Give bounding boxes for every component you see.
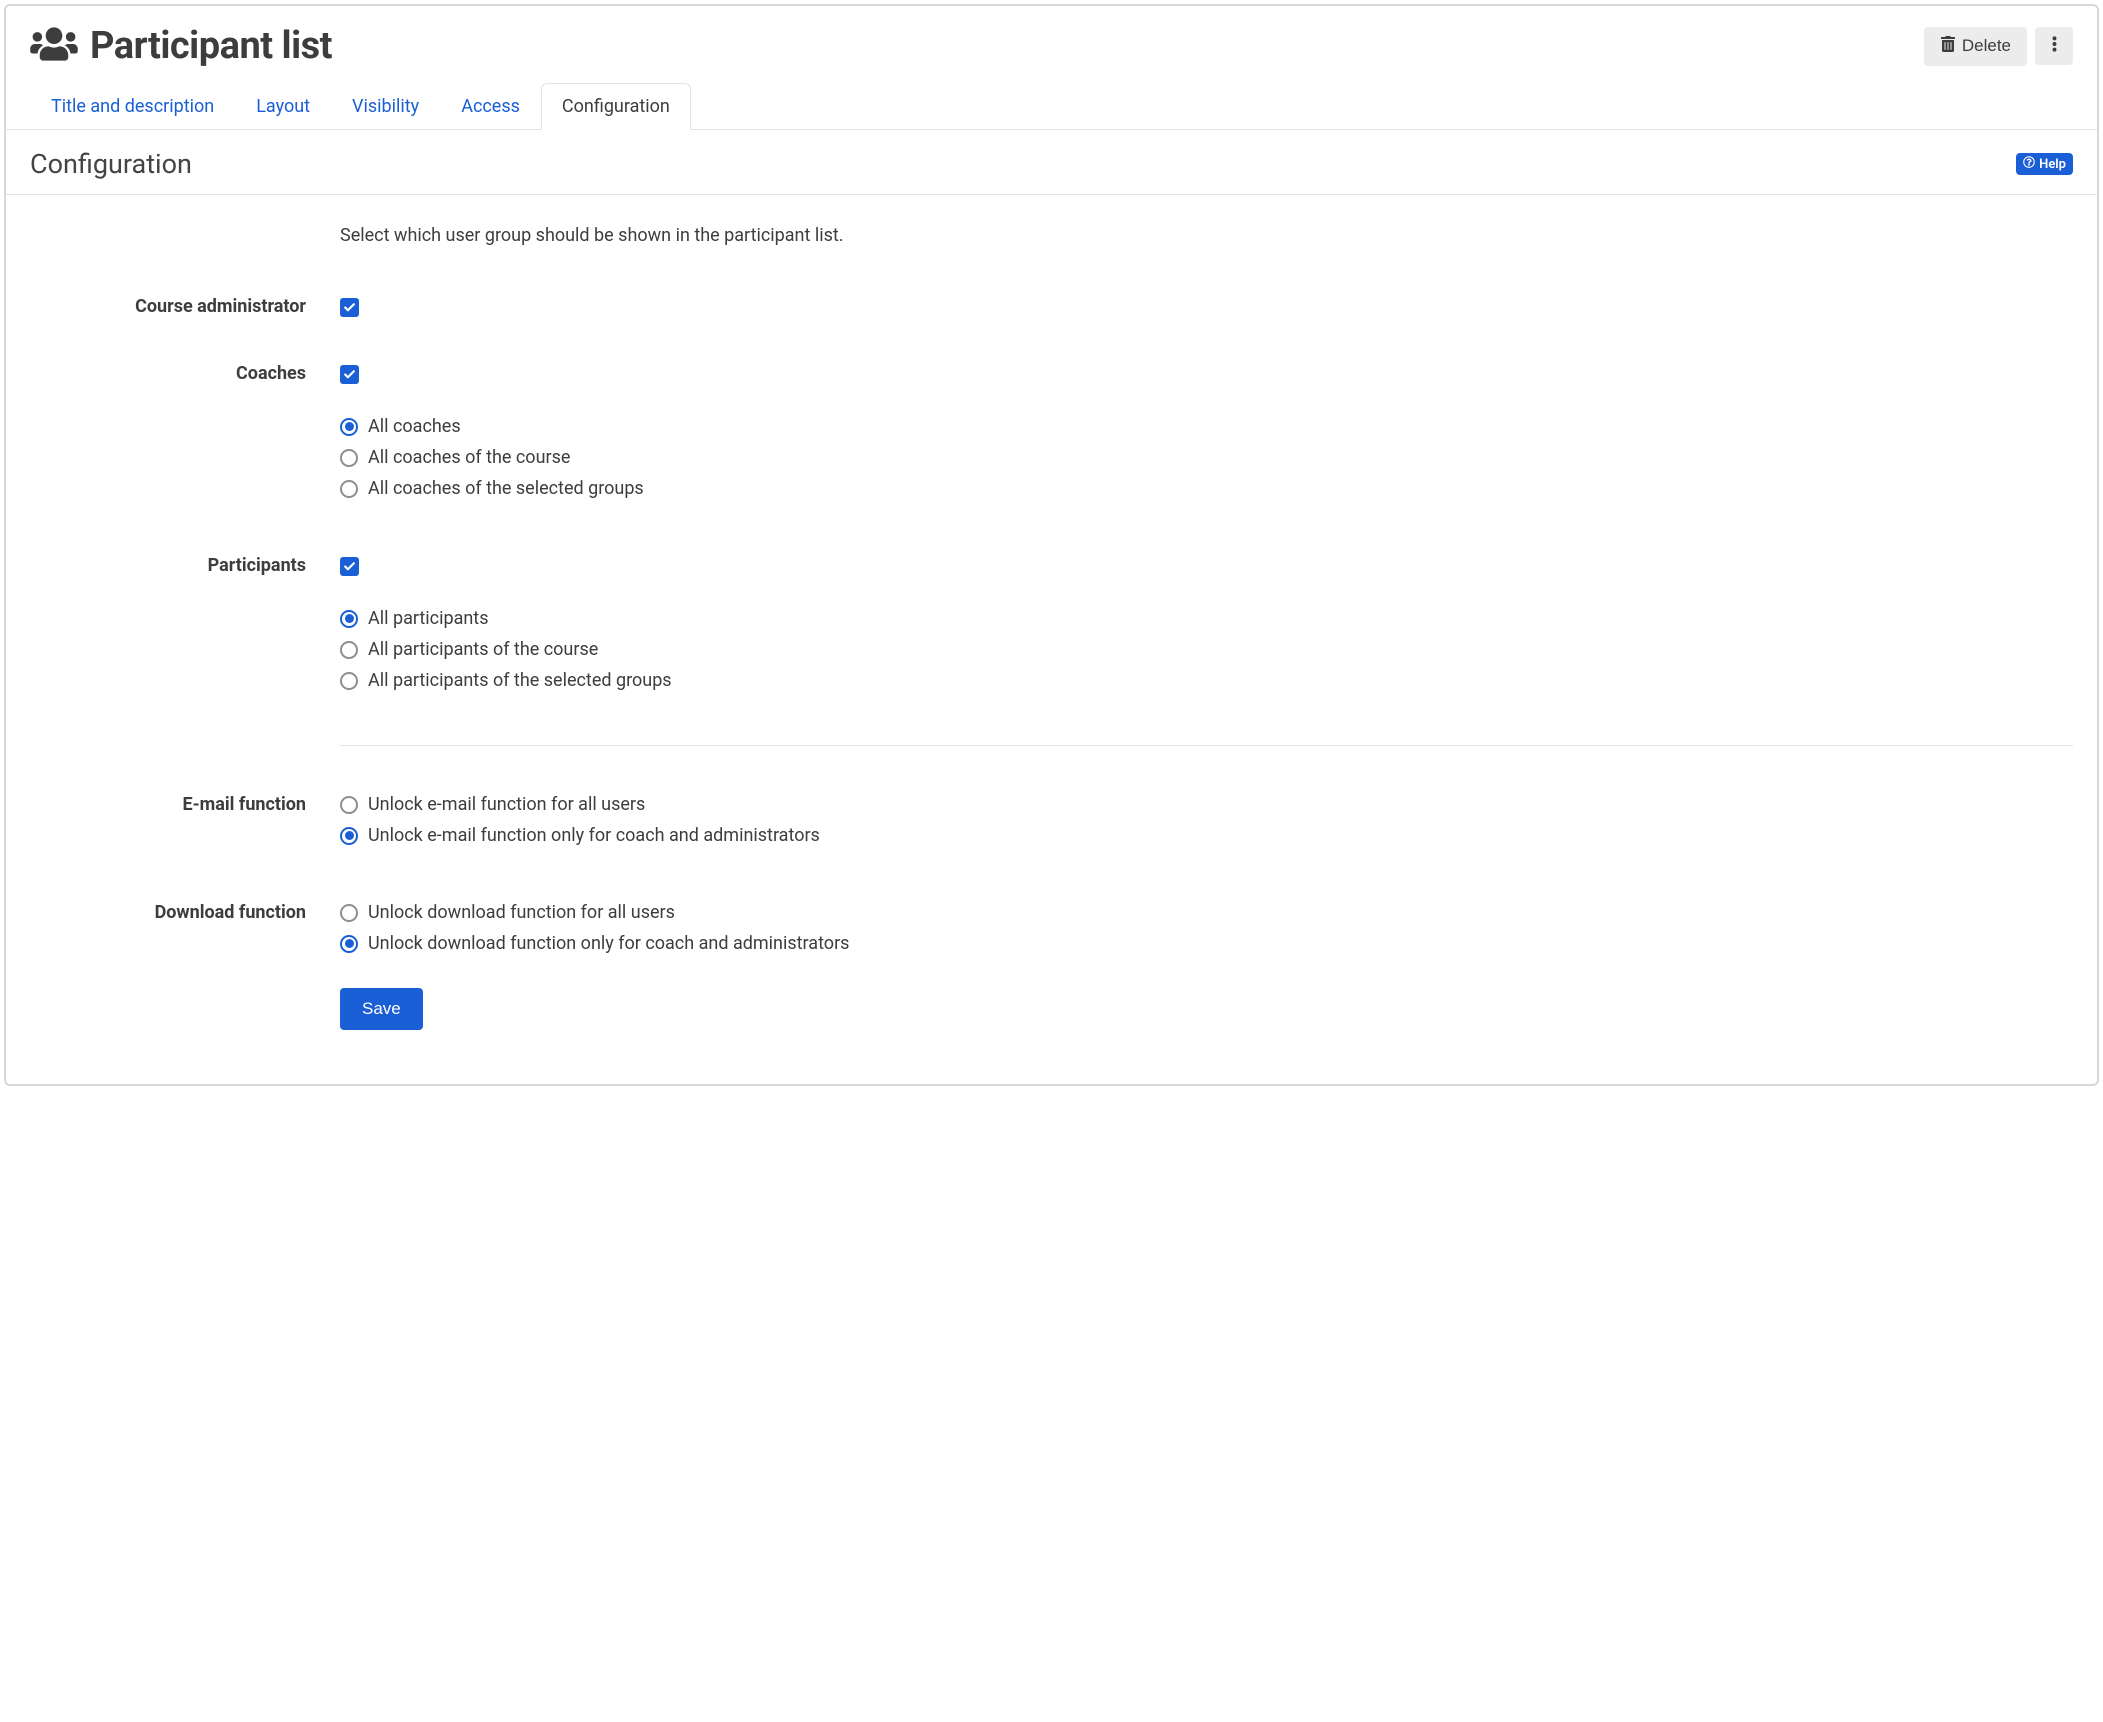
radio-icon (340, 480, 358, 498)
radio-label: Unlock download function only for coach … (368, 933, 849, 954)
check-icon (343, 368, 356, 381)
form-area: Select which user group should be shown … (6, 195, 2097, 1084)
section-title: Configuration (30, 148, 192, 180)
radio-label: Unlock e-mail function only for coach an… (368, 825, 820, 846)
tab-configuration[interactable]: Configuration (541, 83, 691, 130)
page-panel: Participant list Delete Title an (4, 4, 2099, 1086)
radio-icon (340, 904, 358, 922)
radio-icon (340, 610, 358, 628)
radio-label: All participants of the selected groups (368, 670, 672, 691)
radio-icon (340, 796, 358, 814)
radio-icon (340, 672, 358, 690)
tab-visibility[interactable]: Visibility (331, 83, 440, 130)
participants-label: Participants (30, 555, 340, 576)
radio-participants-groups[interactable]: All participants of the selected groups (340, 670, 2073, 691)
coaches-checkbox[interactable] (340, 365, 359, 384)
radio-label: All coaches of the selected groups (368, 478, 644, 499)
radio-download-coach[interactable]: Unlock download function only for coach … (340, 933, 2073, 954)
radio-label: All participants of the course (368, 639, 598, 660)
radio-icon (340, 935, 358, 953)
intro-text: Select which user group should be shown … (340, 225, 2073, 246)
help-label: Help (2039, 157, 2066, 172)
delete-button-label: Delete (1962, 36, 2011, 56)
radio-email-all[interactable]: Unlock e-mail function for all users (340, 794, 2073, 815)
tab-title-description[interactable]: Title and description (30, 83, 235, 130)
kebab-icon (2052, 35, 2057, 56)
radio-icon (340, 641, 358, 659)
radio-label: All coaches of the course (368, 447, 570, 468)
tab-access[interactable]: Access (440, 83, 541, 130)
more-actions-button[interactable] (2035, 27, 2073, 65)
tab-layout[interactable]: Layout (235, 83, 331, 130)
help-icon (2023, 156, 2035, 172)
radio-icon (340, 449, 358, 467)
section-header: Configuration Help (6, 130, 2097, 195)
radio-label: Unlock e-mail function for all users (368, 794, 645, 815)
page-title: Participant list (90, 24, 332, 68)
radio-coaches-groups[interactable]: All coaches of the selected groups (340, 478, 2073, 499)
trash-icon (1940, 36, 1956, 57)
radio-icon (340, 418, 358, 436)
radio-coaches-course[interactable]: All coaches of the course (340, 447, 2073, 468)
help-button[interactable]: Help (2016, 153, 2073, 175)
course-admin-checkbox[interactable] (340, 298, 359, 317)
radio-icon (340, 827, 358, 845)
course-admin-label: Course administrator (30, 296, 340, 317)
radio-label: All coaches (368, 416, 461, 437)
tabs: Title and description Layout Visibility … (6, 68, 2097, 130)
header-row: Participant list Delete (6, 6, 2097, 68)
title-group: Participant list (30, 24, 332, 68)
radio-participants-all[interactable]: All participants (340, 608, 2073, 629)
radio-label: All participants (368, 608, 488, 629)
email-function-label: E-mail function (30, 794, 340, 815)
header-buttons: Delete (1924, 27, 2073, 66)
check-icon (343, 301, 356, 314)
radio-download-all[interactable]: Unlock download function for all users (340, 902, 2073, 923)
check-icon (343, 560, 356, 573)
save-button[interactable]: Save (340, 988, 423, 1030)
coaches-label: Coaches (30, 363, 340, 384)
participants-checkbox[interactable] (340, 557, 359, 576)
radio-email-coach[interactable]: Unlock e-mail function only for coach an… (340, 825, 2073, 846)
divider (340, 745, 2073, 746)
radio-coaches-all[interactable]: All coaches (340, 416, 2073, 437)
delete-button[interactable]: Delete (1924, 27, 2027, 66)
radio-participants-course[interactable]: All participants of the course (340, 639, 2073, 660)
users-icon (30, 25, 78, 67)
download-function-label: Download function (30, 902, 340, 923)
radio-label: Unlock download function for all users (368, 902, 675, 923)
